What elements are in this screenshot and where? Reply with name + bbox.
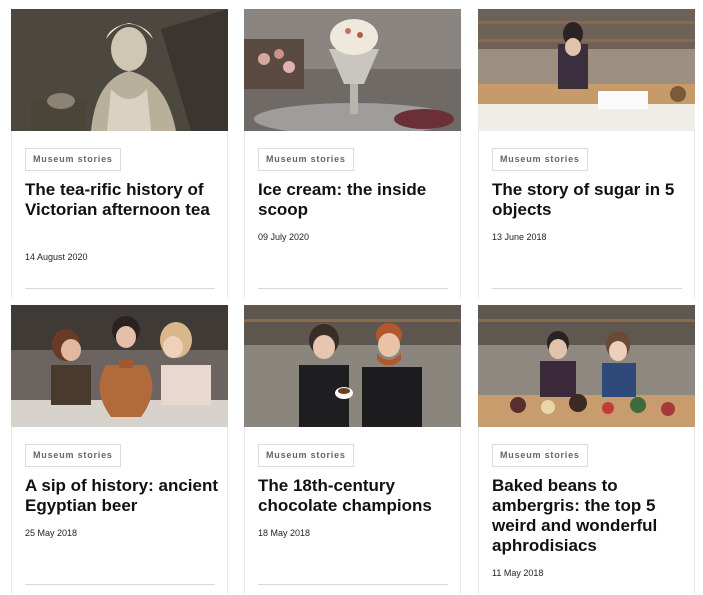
article-date: 18 May 2018 [258, 528, 311, 538]
category-tag[interactable]: Museum stories [25, 444, 121, 467]
divider [492, 288, 682, 289]
divider [25, 288, 215, 289]
article-title[interactable]: Ice cream: the inside scoop [258, 180, 453, 220]
article-title[interactable]: A sip of history: ancient Egyptian beer [25, 476, 220, 516]
article-date: 11 May 2018 [492, 568, 544, 578]
category-tag[interactable]: Museum stories [258, 444, 354, 467]
article-title[interactable]: The story of sugar in 5 objects [492, 180, 687, 220]
article-title[interactable]: The 18th-century chocolate champions [258, 476, 453, 516]
article-image[interactable] [478, 305, 695, 427]
divider [25, 584, 215, 585]
article-card[interactable]: Museum stories The tea-rific history of … [11, 9, 228, 299]
article-card[interactable]: Museum stories The 18th-century chocolat… [244, 305, 461, 595]
article-image[interactable] [11, 305, 228, 427]
article-image[interactable] [11, 9, 228, 131]
category-tag[interactable]: Museum stories [492, 444, 588, 467]
divider [258, 584, 448, 585]
article-date: 14 August 2020 [25, 252, 88, 262]
engraving-portrait-image [11, 9, 228, 131]
article-card[interactable]: Museum stories The story of sugar in 5 o… [478, 9, 695, 299]
article-title[interactable]: The tea-rific history of Victorian after… [25, 180, 220, 220]
article-card[interactable]: Museum stories Baked beans to ambergris:… [478, 305, 695, 595]
article-image[interactable] [478, 9, 695, 131]
divider [258, 288, 448, 289]
ancient-beer-image [11, 305, 228, 427]
aphrodisiacs-table-image [478, 305, 695, 427]
category-tag[interactable]: Museum stories [25, 148, 121, 171]
article-title[interactable]: Baked beans to ambergris: the top 5 weir… [492, 476, 687, 556]
chocolate-champions-image [244, 305, 461, 427]
kitchen-sugar-image [478, 9, 695, 131]
article-image[interactable] [244, 305, 461, 427]
article-date: 25 May 2018 [25, 528, 78, 538]
article-card[interactable]: Museum stories A sip of history: ancient… [11, 305, 228, 595]
article-date: 09 July 2020 [258, 232, 310, 242]
category-tag[interactable]: Museum stories [492, 148, 588, 171]
article-card[interactable]: Museum stories Ice cream: the inside sco… [244, 9, 461, 299]
ice-cream-dish-image [244, 9, 461, 131]
article-image[interactable] [244, 9, 461, 131]
category-tag[interactable]: Museum stories [258, 148, 354, 171]
article-grid: Museum stories The tea-rific history of … [0, 0, 703, 595]
article-date: 13 June 2018 [492, 232, 547, 242]
